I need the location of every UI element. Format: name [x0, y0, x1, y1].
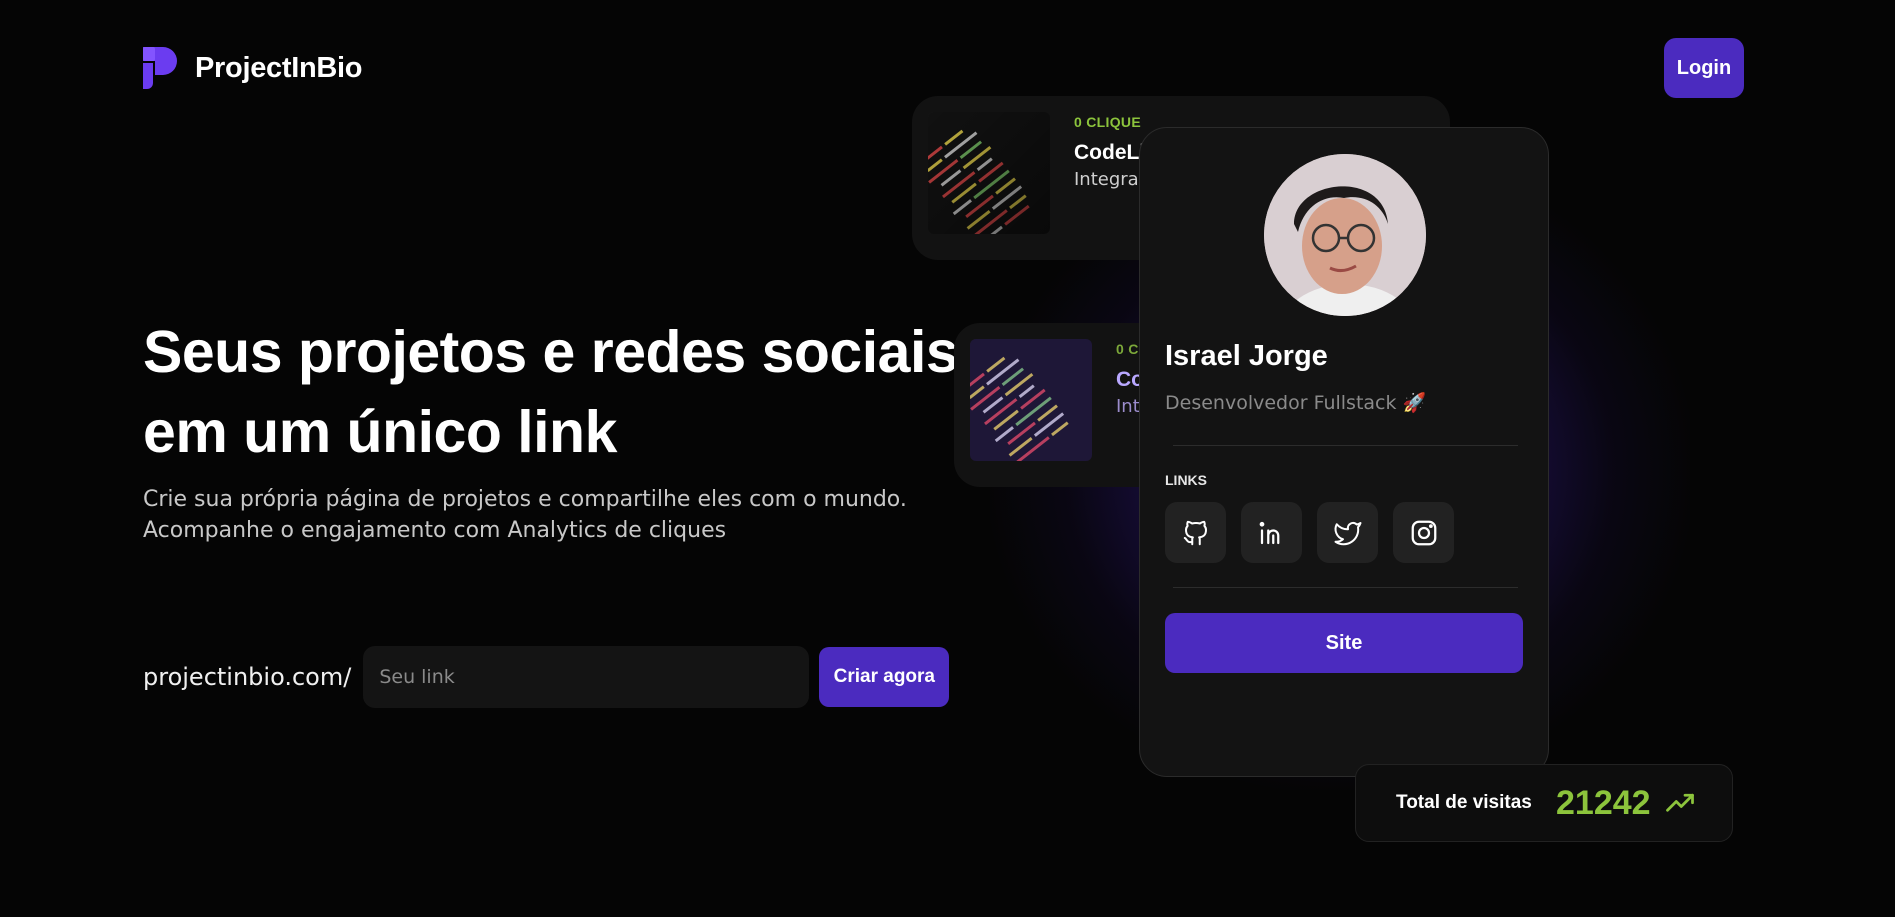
profile-photo: [1264, 154, 1426, 316]
code-screenshot-icon: [970, 339, 1092, 461]
hero-subtitle-line-2: Acompanhe o engajamento com Analytics de…: [143, 518, 727, 543]
hero-subtitle: Crie sua própria página de projetos e co…: [143, 484, 963, 546]
instagram-link[interactable]: [1393, 502, 1454, 563]
divider: [1173, 587, 1518, 588]
logo-icon: [143, 47, 177, 89]
code-screenshot-icon: [928, 112, 1050, 234]
social-links: [1165, 502, 1454, 563]
linkedin-icon: [1259, 521, 1279, 544]
link-prefix: projectinbio.com/: [143, 663, 352, 691]
link-input[interactable]: [363, 646, 810, 708]
instagram-icon: [1411, 520, 1436, 545]
project-thumbnail: [970, 339, 1092, 461]
twitter-icon: [1334, 521, 1361, 545]
linkedin-link[interactable]: [1241, 502, 1302, 563]
profile-role: Desenvolvedor Fullstack 🚀: [1165, 392, 1427, 414]
profile-name: Israel Jorge: [1165, 340, 1328, 372]
create-now-button[interactable]: Criar agora: [819, 647, 950, 707]
site-button[interactable]: Site: [1165, 613, 1523, 673]
hero-title: Seus projetos e redes sociais em um únic…: [143, 319, 959, 465]
landing-page: ProjectInBio Login Seus projetos e redes…: [0, 0, 1895, 917]
github-icon: [1183, 520, 1207, 545]
project-thumbnail: [928, 112, 1050, 234]
avatar: [1264, 154, 1426, 316]
create-link-form: projectinbio.com/ Criar agora: [143, 646, 950, 708]
links-label: LINKS: [1165, 472, 1207, 488]
profile-card: Israel Jorge Desenvolvedor Fullstack 🚀 L…: [1139, 127, 1549, 777]
trending-up-icon: [1666, 793, 1694, 812]
project-clicks: 0 CLIQUE: [1074, 114, 1141, 130]
divider: [1173, 445, 1518, 446]
twitter-link[interactable]: [1317, 502, 1378, 563]
github-link[interactable]: [1165, 502, 1226, 563]
hero-subtitle-line-1: Crie sua própria página de projetos e co…: [143, 487, 907, 512]
login-button[interactable]: Login: [1664, 38, 1744, 98]
visits-label: Total de visitas: [1396, 792, 1532, 813]
brand-name: ProjectInBio: [195, 51, 363, 84]
brand-logo[interactable]: ProjectInBio: [143, 47, 363, 89]
visits-value: 21242: [1556, 783, 1651, 822]
total-visits-card: Total de visitas 21242: [1355, 764, 1733, 842]
